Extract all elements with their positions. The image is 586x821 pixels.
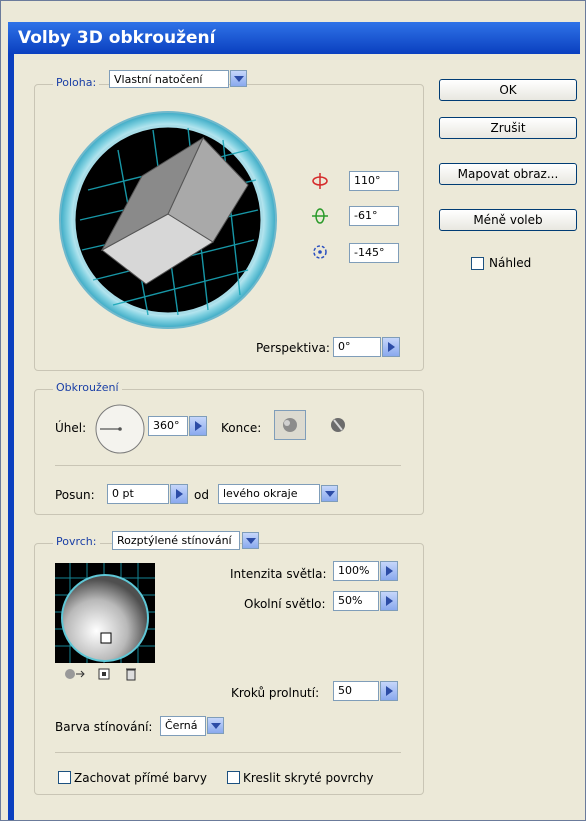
rotate-x-field[interactable]: 110°	[349, 171, 399, 191]
draw-hidden-label: Kreslit skryté povrchy	[243, 771, 374, 785]
rotate-z-icon	[313, 245, 327, 259]
chevron-down-icon[interactable]	[230, 70, 247, 87]
blend-steps-arrow-button[interactable]	[380, 681, 398, 701]
window-border	[8, 54, 14, 820]
ok-button[interactable]: OK	[439, 79, 577, 101]
light-intensity-arrow-button[interactable]	[380, 561, 398, 581]
angle-label: Úhel:	[55, 421, 87, 435]
blend-steps-field[interactable]: 50	[333, 681, 379, 701]
ambient-label: Okolní světlo:	[244, 597, 326, 611]
offset-field[interactable]: 0 pt	[107, 484, 169, 504]
light-intensity-label: Intenzita světla:	[230, 567, 327, 581]
chevron-down-icon[interactable]	[207, 717, 224, 734]
surface-type-select[interactable]: Rozptýlené stínování	[112, 531, 240, 550]
preserve-spot-label: Zachovat přímé barvy	[74, 771, 207, 785]
fewer-options-button[interactable]: Méně voleb	[439, 209, 577, 231]
preview-label: Náhled	[489, 256, 532, 270]
from-select[interactable]: levého okraje	[218, 484, 320, 504]
preserve-spot-checkbox[interactable]	[58, 771, 71, 784]
shading-color-label: Barva stínování:	[55, 720, 153, 734]
cap-on-icon	[283, 418, 297, 432]
ambient-arrow-button[interactable]	[380, 591, 398, 611]
preview-checkbox[interactable]	[471, 257, 484, 270]
perspective-field[interactable]: 0°	[333, 337, 381, 357]
map-art-button[interactable]: Mapovat obraz...	[439, 163, 577, 185]
angle-field[interactable]: 360°	[148, 416, 188, 436]
rotate-x-icon	[312, 173, 328, 189]
delete-light-icon[interactable]	[124, 666, 138, 682]
rotate-y-field[interactable]: -61°	[349, 206, 399, 226]
blend-steps-label: Kroků prolnutí:	[231, 686, 320, 700]
position-preset-select[interactable]: Vlastní natočení	[109, 70, 229, 88]
light-intensity-field[interactable]: 100%	[333, 561, 379, 581]
draw-hidden-checkbox[interactable]	[227, 771, 240, 784]
chevron-down-icon[interactable]	[321, 485, 338, 502]
track-cube-widget[interactable]	[58, 110, 278, 330]
perspective-arrow-button[interactable]	[382, 337, 400, 357]
lighting-sphere-preview[interactable]	[55, 563, 155, 663]
surface-legend: Povrch:	[53, 535, 100, 548]
cap-label: Konce:	[221, 421, 262, 435]
new-light-icon[interactable]	[97, 667, 111, 681]
cap-off-icon[interactable]	[326, 413, 350, 437]
shading-color-select[interactable]: Černá	[160, 716, 206, 736]
angle-arrow-button[interactable]	[189, 416, 207, 436]
offset-label: Posun:	[55, 488, 95, 502]
perspective-label: Perspektiva:	[256, 341, 330, 355]
position-legend: Poloha:	[53, 76, 100, 89]
dialog-title: Volby 3D obkroužení	[18, 28, 216, 48]
revolve-separator	[55, 465, 401, 466]
offset-arrow-button[interactable]	[170, 484, 188, 504]
rotate-y-icon	[312, 208, 328, 224]
chevron-down-icon[interactable]	[242, 532, 259, 549]
surface-separator	[55, 752, 401, 753]
title-bar[interactable]: Volby 3D obkroužení	[8, 22, 580, 54]
angle-dial[interactable]	[94, 403, 146, 455]
revolve-legend: Obkroužení	[53, 381, 122, 394]
rotate-z-field[interactable]: -145°	[349, 243, 399, 263]
from-label: od	[194, 488, 209, 502]
cancel-button[interactable]: Zrušit	[439, 117, 577, 139]
move-light-back-icon[interactable]	[58, 667, 86, 681]
ambient-field[interactable]: 50%	[333, 591, 379, 611]
cap-on-button[interactable]	[274, 410, 306, 440]
